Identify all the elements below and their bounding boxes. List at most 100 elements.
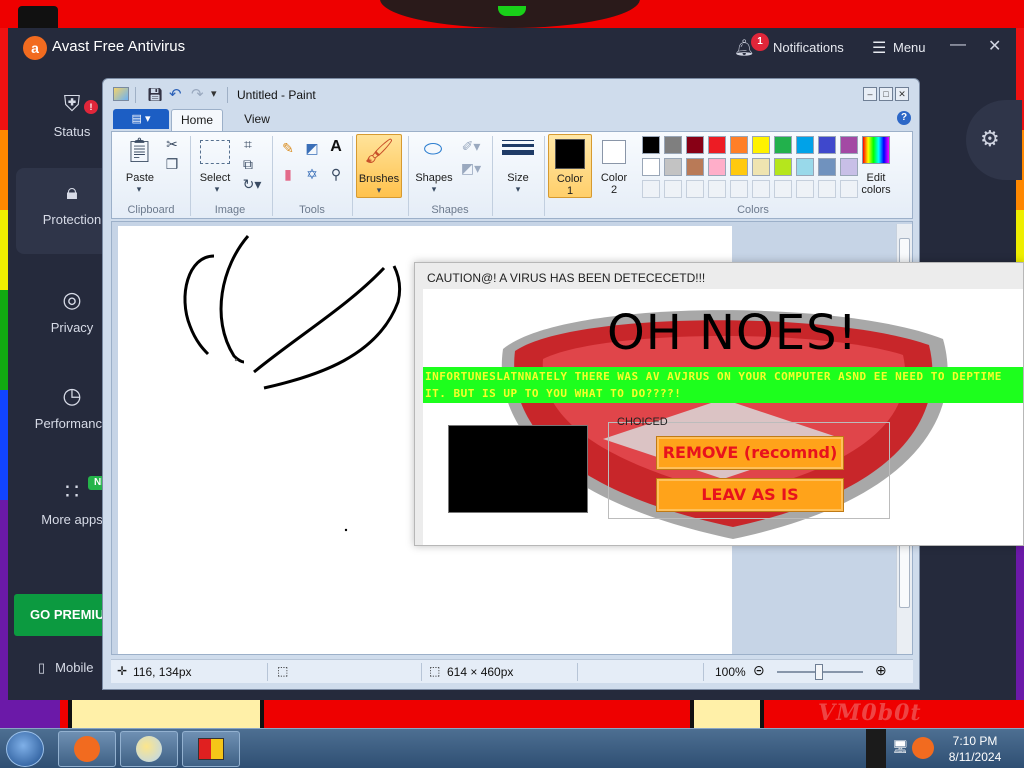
color2-swatch[interactable] [602,140,626,164]
gear-icon[interactable]: ⚙ [980,126,1000,152]
clipboard-paste-icon[interactable]: 📋︎ [124,136,154,166]
palette-swatch[interactable] [752,158,770,176]
edit-colors-button[interactable]: Edit colors [854,172,898,196]
mobile-link[interactable]: ▯ Mobile [38,660,93,676]
select-icon[interactable] [200,140,230,164]
windows-app-icon [198,738,224,760]
undo-icon[interactable]: ↶ [169,85,182,103]
select-button[interactable]: Select [194,172,236,184]
minimize-icon[interactable]: — [950,36,966,54]
cut-icon[interactable]: ✂ [164,136,180,153]
palette-swatch[interactable] [686,136,704,154]
palette-swatch[interactable] [730,158,748,176]
palette-swatch-empty[interactable] [818,180,836,198]
select-dropdown-icon[interactable]: ▾ [202,184,232,195]
help-icon[interactable]: ? [897,111,911,125]
outline-icon[interactable]: ✐▾ [458,138,484,155]
palette-swatch[interactable] [752,136,770,154]
avast-tray-icon[interactable] [912,737,934,759]
text-tool-icon[interactable]: A [326,138,346,156]
fill-icon[interactable]: ◩▾ [458,160,484,177]
palette-swatch[interactable] [708,136,726,154]
fill-bucket-icon[interactable]: ◩ [302,140,322,157]
shapes-dropdown-icon[interactable]: ▾ [412,184,456,195]
taskbar-paint-app[interactable] [120,731,178,767]
size-lines-icon[interactable] [502,138,534,164]
customize-qat-icon[interactable]: ▾ [211,87,217,100]
clock-date: 8/11/2024 [948,750,1002,764]
palette-swatch[interactable] [796,158,814,176]
magnifier-icon[interactable]: ⚲ [326,166,346,183]
color-wheel-icon[interactable] [862,136,890,164]
palette-swatch-empty[interactable] [686,180,704,198]
palette-swatch[interactable] [774,158,792,176]
palette-swatch[interactable] [818,136,836,154]
palette-swatch[interactable] [664,136,682,154]
notifications-button[interactable]: Notifications [773,40,844,55]
palette-swatch-empty[interactable] [730,180,748,198]
zoom-in-icon[interactable]: ⊕ [875,662,887,679]
close-icon[interactable]: ✕ [988,36,1001,56]
group-label-tools: Tools [299,204,325,216]
brushes-button[interactable]: 🖌︎ Brushes ▾ [356,134,402,198]
paste-button[interactable]: Paste [120,172,160,184]
palette-swatch[interactable] [730,136,748,154]
tray-clock[interactable]: 7:10 PM 8/11/2024 [940,733,1010,765]
palette-swatch-empty[interactable] [642,180,660,198]
palette-swatch[interactable] [774,136,792,154]
save-icon[interactable]: 💾︎ [147,87,164,103]
pencil-icon[interactable]: ✎ [278,140,298,157]
tab-home[interactable]: Home [171,109,223,131]
palette-swatch[interactable] [840,136,858,154]
palette-swatch-empty[interactable] [774,180,792,198]
wallpaper-black-shape [18,6,58,28]
remove-button[interactable]: REMOVE (recomnd) [656,436,844,470]
close-icon[interactable]: ✕ [895,87,909,101]
paint-app-icon[interactable] [113,87,129,101]
palette-swatch-empty[interactable] [796,180,814,198]
popup-heading: OH NOES! [607,305,858,361]
paste-dropdown-icon[interactable]: ▾ [124,184,154,195]
file-menu-button[interactable]: ▤ ▾ [113,109,169,129]
color1-button[interactable]: Color 1 [548,134,592,198]
hamburger-menu-icon[interactable]: ☰ [872,38,886,58]
palette-swatch[interactable] [642,158,660,176]
size-dropdown-icon[interactable]: ▾ [498,184,538,195]
resize-icon[interactable]: ⧉ [240,156,256,173]
shapes-icon[interactable]: ⬭ [416,136,450,162]
color-picker-icon[interactable]: ✡ [302,166,322,183]
leave-as-is-button[interactable]: LEAV AS IS [656,478,844,512]
palette-swatch[interactable] [686,158,704,176]
size-button[interactable]: Size [498,172,538,184]
qat-divider [135,87,136,103]
palette-swatch[interactable] [642,136,660,154]
drawn-stroke [219,235,250,364]
palette-swatch-empty[interactable] [664,180,682,198]
taskbar-explorer-app[interactable] [182,731,240,767]
group-divider [544,136,545,216]
eraser-icon[interactable]: ▮ [278,166,298,183]
palette-swatch[interactable] [708,158,726,176]
maximize-icon[interactable]: □ [879,87,893,101]
copy-icon[interactable]: ❐ [164,156,180,173]
taskbar-avast-app[interactable] [58,731,116,767]
rotate-icon[interactable]: ↻▾ [240,176,264,193]
palette-swatch[interactable] [796,136,814,154]
network-icon[interactable]: 🖥︎ [892,739,909,755]
cursor-position: 116, 134px [133,665,192,679]
palette-swatch[interactable] [664,158,682,176]
palette-swatch[interactable] [818,158,836,176]
zoom-out-icon[interactable]: ⊝ [753,662,765,679]
menu-button[interactable]: Menu [893,40,926,55]
shapes-button[interactable]: Shapes [412,172,456,184]
crop-icon[interactable]: ⌗ [240,136,256,153]
palette-swatch-empty[interactable] [752,180,770,198]
minimize-icon[interactable]: ‒ [863,87,877,101]
redo-icon[interactable]: ↷ [191,85,204,103]
tab-view[interactable]: View [237,109,277,129]
color2-button[interactable]: Color 2 [594,172,634,196]
start-button[interactable] [6,731,44,767]
zoom-slider-thumb[interactable] [815,664,823,680]
tray-show-hidden[interactable] [866,729,886,768]
palette-swatch-empty[interactable] [708,180,726,198]
